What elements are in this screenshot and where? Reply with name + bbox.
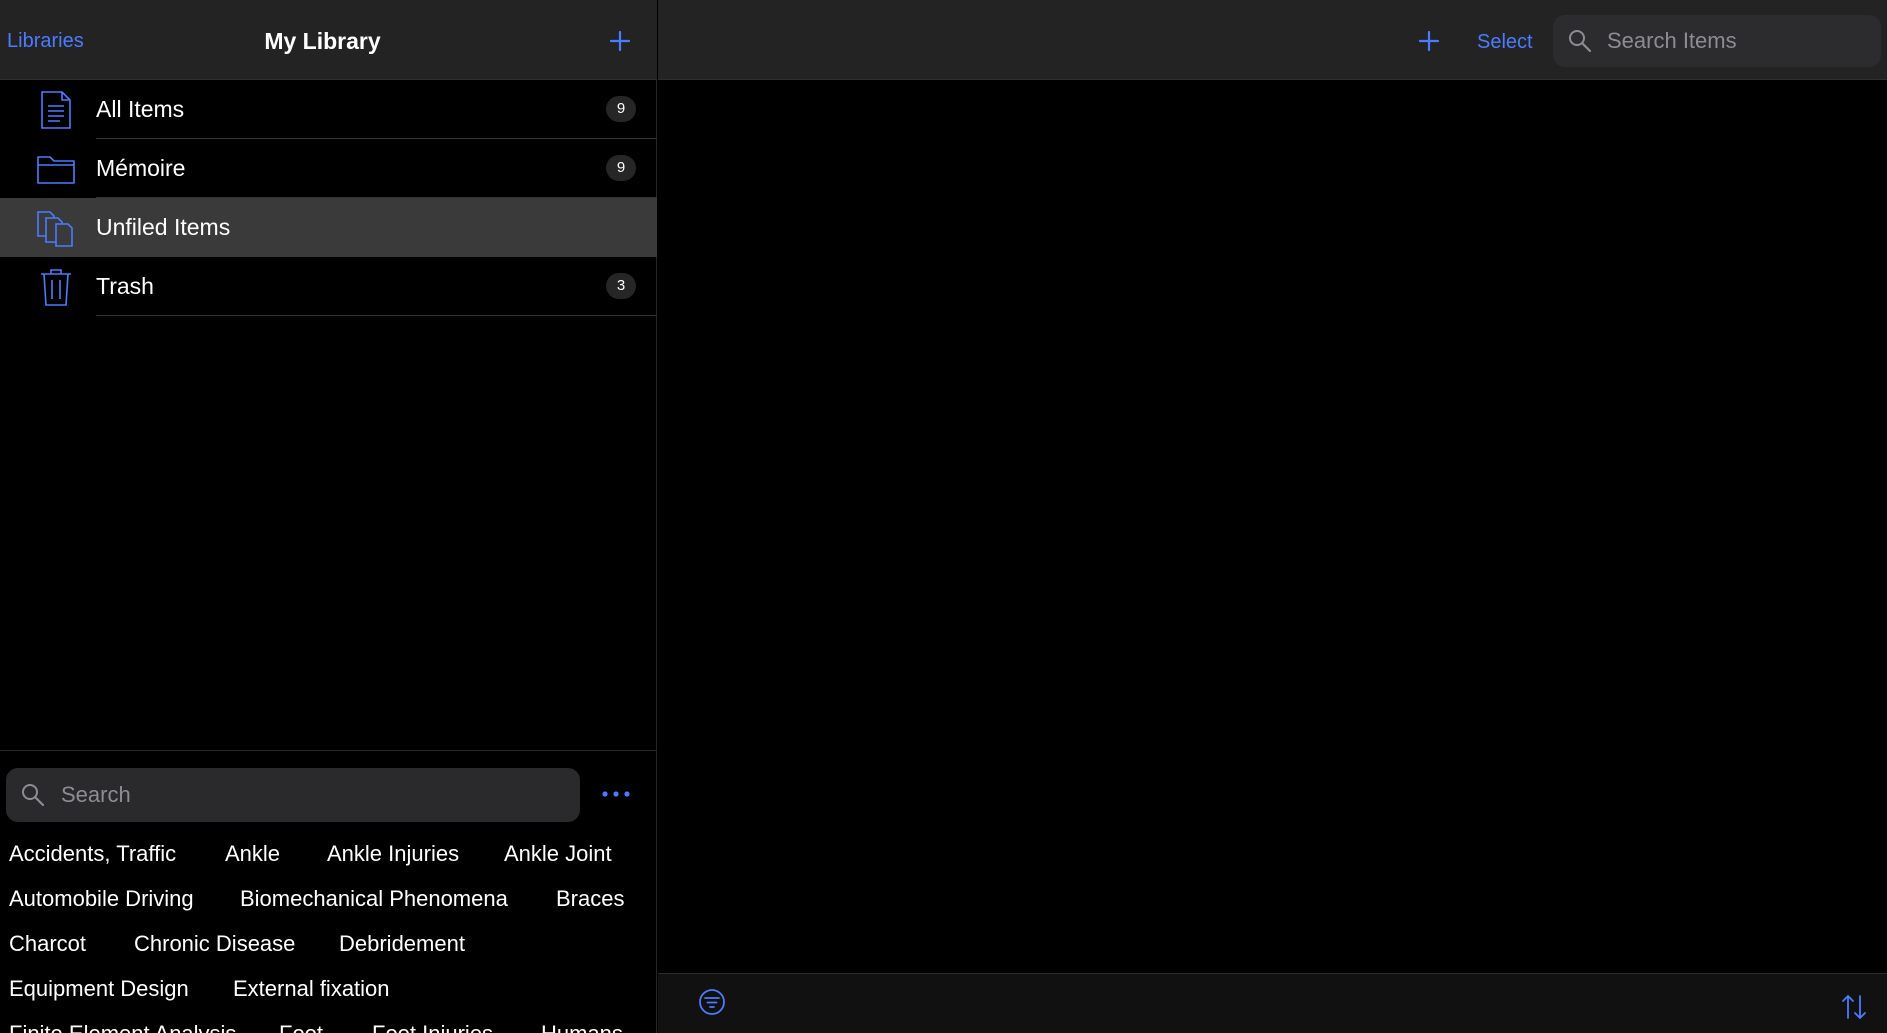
select-button[interactable]: Select (1477, 31, 1533, 54)
items-pane: Select (658, 0, 1887, 1033)
add-item-button[interactable] (1414, 26, 1444, 56)
tag-item[interactable]: Ankle (225, 841, 280, 867)
tag-item[interactable]: Equipment Design (9, 976, 189, 1002)
collection-label: Unfiled Items (96, 214, 231, 240)
tag-item[interactable]: Foot Injuries (372, 1021, 493, 1033)
add-collection-button[interactable] (605, 26, 635, 56)
tag-item[interactable]: Automobile Driving (9, 886, 194, 912)
items-bottom-toolbar (658, 973, 1887, 1033)
row-divider (96, 315, 657, 316)
collection-unfiled-items[interactable]: Unfiled Items (0, 198, 657, 257)
filter-icon (699, 989, 725, 1015)
collection-all-items[interactable]: All Items 9 (0, 80, 657, 139)
filter-button[interactable] (696, 986, 728, 1018)
tag-item[interactable]: Debridement (339, 931, 465, 957)
sidebar-title: My Library (264, 28, 381, 54)
items-toolbar: Select (658, 0, 1887, 80)
app-window: Libraries My Library All Items 9 Mémoire… (0, 0, 1887, 1033)
tag-row: Accidents, Traffic Ankle Ankle Injuries … (0, 833, 657, 878)
tag-item[interactable]: Finite Element Analysis (9, 1021, 236, 1033)
item-count-badge: 3 (606, 273, 636, 299)
sort-icon (1842, 995, 1866, 1019)
tag-item[interactable]: Braces (556, 886, 624, 912)
tag-options-button[interactable] (598, 781, 634, 807)
tag-item[interactable]: Foot (279, 1021, 323, 1033)
document-icon (41, 91, 71, 129)
collection-label: Mémoire (96, 155, 186, 181)
plus-icon (609, 30, 631, 52)
tag-item[interactable]: Charcot (9, 931, 86, 957)
collection-list: All Items 9 Mémoire 9 Unfiled Items Tras… (0, 80, 657, 316)
search-icon (1569, 30, 1592, 53)
collection-memoire[interactable]: Mémoire 9 (0, 139, 657, 198)
tag-item[interactable]: Ankle Joint (504, 841, 612, 867)
item-count-badge: 9 (606, 155, 636, 181)
sort-button[interactable] (1840, 992, 1868, 1022)
ellipsis-icon (602, 791, 630, 797)
tag-item[interactable]: Ankle Injuries (327, 841, 459, 867)
folder-icon (37, 156, 75, 184)
collection-label: Trash (96, 273, 154, 299)
item-count-badge: 9 (606, 96, 636, 122)
tag-row: Finite Element Analysis Foot Foot Injuri… (0, 1013, 657, 1033)
tag-row: Equipment Design External fixation (0, 968, 657, 1013)
tag-item[interactable]: Accidents, Traffic (9, 841, 176, 867)
tag-item[interactable]: Humans (541, 1021, 623, 1033)
tag-item[interactable]: Biomechanical Phenomena (240, 886, 508, 912)
tag-row: Charcot Chronic Disease Debridement (0, 923, 657, 968)
trash-icon (41, 269, 71, 306)
collection-trash[interactable]: Trash 3 (0, 257, 657, 316)
tag-selector-panel: Accidents, Traffic Ankle Ankle Injuries … (0, 750, 657, 1033)
items-search-field[interactable] (1553, 15, 1881, 67)
sidebar-header: Libraries My Library (0, 0, 657, 80)
tag-item[interactable]: External fixation (233, 976, 390, 1002)
search-icon (22, 784, 45, 807)
items-search-input[interactable] (1605, 15, 1875, 67)
tag-item[interactable]: Chronic Disease (134, 931, 295, 957)
tag-search-field[interactable] (6, 768, 580, 822)
tag-list: Accidents, Traffic Ankle Ankle Injuries … (0, 833, 657, 1033)
tag-search-input[interactable] (59, 768, 569, 822)
unfiled-documents-icon (37, 211, 73, 247)
sidebar: Libraries My Library All Items 9 Mémoire… (0, 0, 657, 1033)
collection-label: All Items (96, 96, 185, 122)
plus-icon (1418, 30, 1440, 52)
tag-row: Automobile Driving Biomechanical Phenome… (0, 878, 657, 923)
